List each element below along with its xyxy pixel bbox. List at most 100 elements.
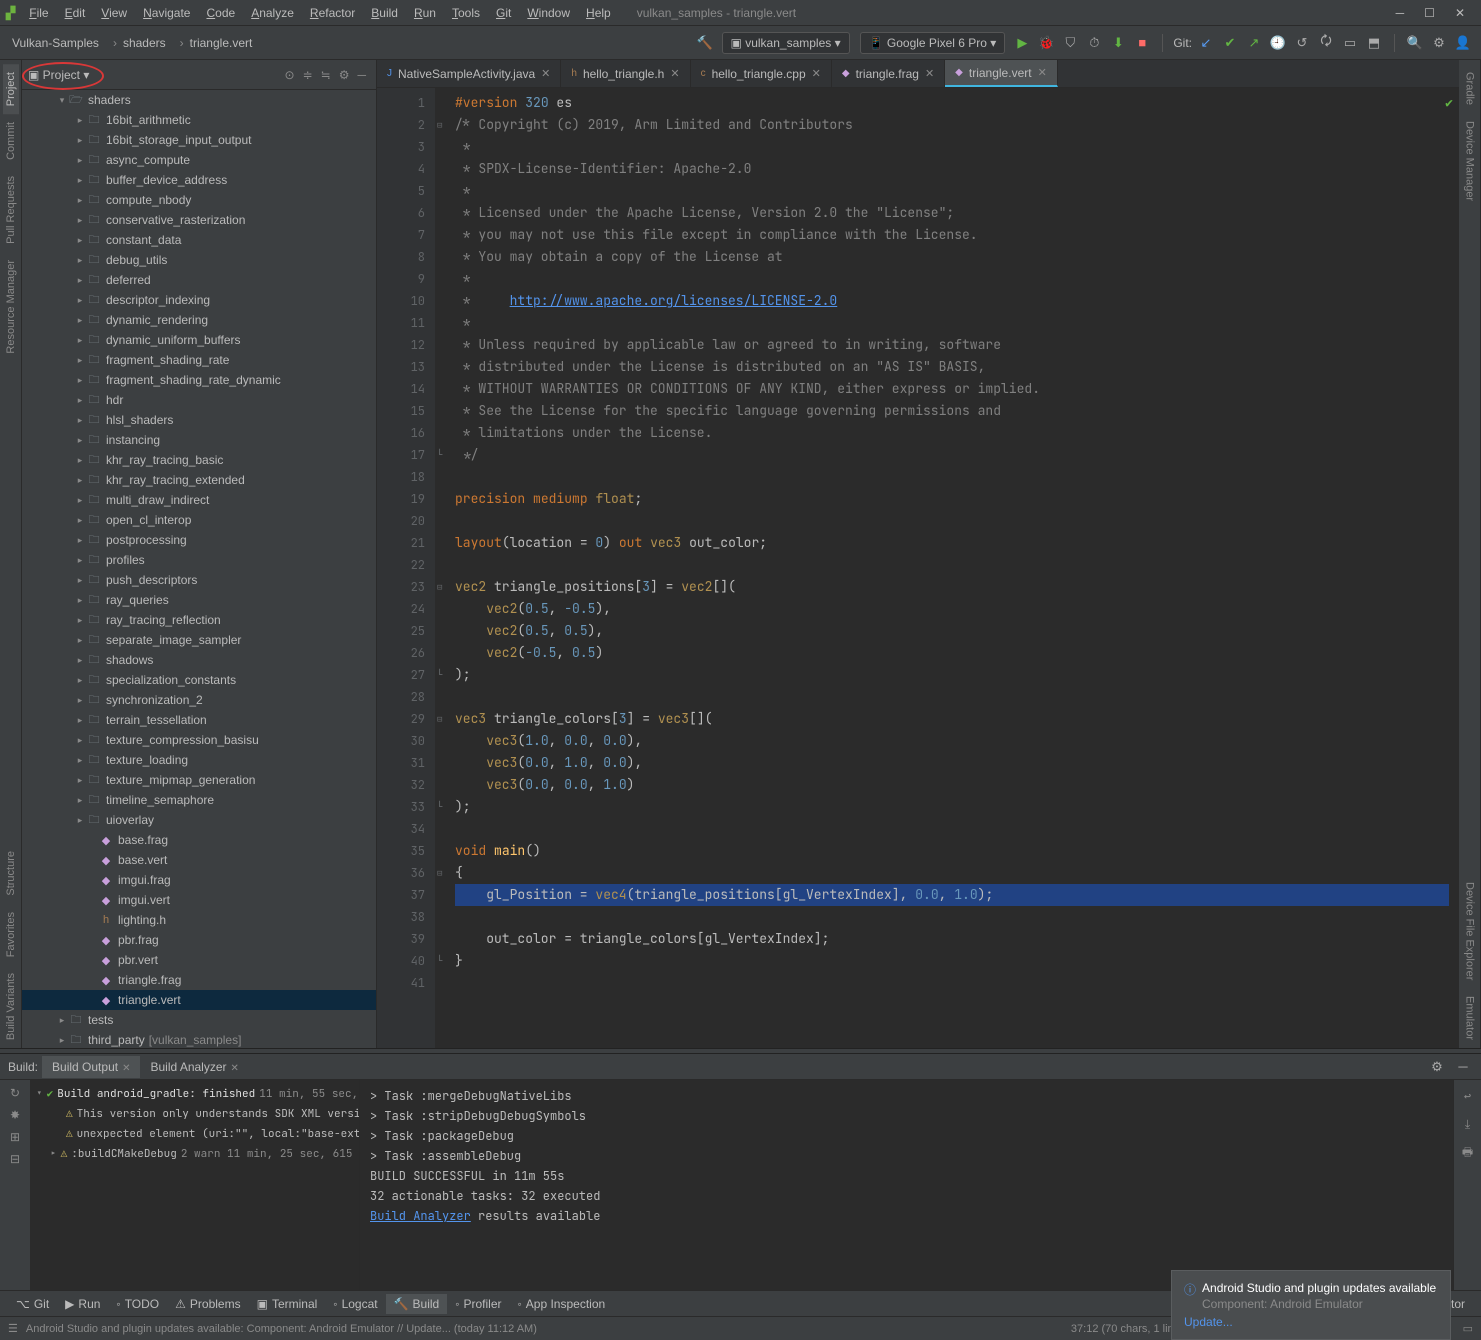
tree-node[interactable]: ▸🗀separate_image_sampler <box>22 630 376 650</box>
tree-node[interactable]: ▸🗀texture_compression_basisu <box>22 730 376 750</box>
tree-node[interactable]: ▸🗀ray_tracing_reflection <box>22 610 376 630</box>
locate-icon[interactable]: ⊙ <box>281 66 299 84</box>
side-tab-device-file-explorer[interactable]: Device File Explorer <box>1462 874 1478 988</box>
avd-icon[interactable]: ▭ <box>1340 33 1360 53</box>
crumb-item[interactable]: ›triangle.vert <box>170 34 257 52</box>
tree-node[interactable]: ▸🗀16bit_storage_input_output <box>22 130 376 150</box>
tab-build-output[interactable]: Build Output✕ <box>42 1056 140 1078</box>
side-tab-commit[interactable]: Commit <box>3 114 19 168</box>
tree-node[interactable]: ▸🗀third_party[vulkan_samples] <box>22 1030 376 1048</box>
settings-icon[interactable]: ⚙ <box>1429 33 1449 53</box>
git-rollback-icon[interactable]: ↺ <box>1292 33 1312 53</box>
tree-node[interactable]: ▸🗀fragment_shading_rate <box>22 350 376 370</box>
search-icon[interactable]: 🔍 <box>1405 33 1425 53</box>
tree-node[interactable]: ▸🗀debug_utils <box>22 250 376 270</box>
side-tab-favorites[interactable]: Favorites <box>3 904 19 965</box>
run-config-dropdown[interactable]: ▣ vulkan_samples ▾ <box>722 32 850 54</box>
tree-node[interactable]: ◆base.frag <box>22 830 376 850</box>
side-tab-emulator[interactable]: Emulator <box>1462 988 1478 1048</box>
project-view-selector[interactable]: ▣ Project ▾ <box>28 68 89 82</box>
git-commit-icon[interactable]: ✔ <box>1220 33 1240 53</box>
tree-node[interactable]: ▸🗀hdr <box>22 390 376 410</box>
tree-node[interactable]: ▸🗀texture_mipmap_generation <box>22 770 376 790</box>
side-tab-device-manager[interactable]: Device Manager <box>1462 113 1478 209</box>
tree-node[interactable]: ▸🗀texture_loading <box>22 750 376 770</box>
editor-tab[interactable]: chello_triangle.cpp✕ <box>691 60 832 87</box>
tree-node[interactable]: ▸🗀dynamic_uniform_buffers <box>22 330 376 350</box>
git-update-icon[interactable]: ↙ <box>1196 33 1216 53</box>
tree-node[interactable]: ▸🗀khr_ray_tracing_basic <box>22 450 376 470</box>
tw-todo[interactable]: ◦TODO <box>108 1294 167 1314</box>
tree-node[interactable]: ▸🗀specialization_constants <box>22 670 376 690</box>
menu-git[interactable]: Git <box>488 2 519 24</box>
tree-node[interactable]: ▸🗀synchronization_2 <box>22 690 376 710</box>
tree-node[interactable]: ▸🗀conservative_rasterization <box>22 210 376 230</box>
build-hide-icon[interactable]: ─ <box>1453 1057 1473 1077</box>
tree-node[interactable]: ◆triangle.vert <box>22 990 376 1010</box>
menu-view[interactable]: View <box>93 2 135 24</box>
run-icon[interactable]: ▶ <box>1012 33 1032 53</box>
hide-icon[interactable]: ─ <box>353 66 370 84</box>
tree-node[interactable]: ▾🗁shaders <box>22 90 376 110</box>
hammer-icon[interactable]: 🔨 <box>695 33 715 53</box>
tree-node[interactable]: ▸🗀constant_data <box>22 230 376 250</box>
tw-run[interactable]: ▶Run <box>57 1294 108 1314</box>
tw-logcat[interactable]: ◦Logcat <box>325 1294 385 1314</box>
tree-node[interactable]: ◆imgui.vert <box>22 890 376 910</box>
tree-node[interactable]: ◆pbr.frag <box>22 930 376 950</box>
tree-node[interactable]: ▸🗀multi_draw_indirect <box>22 490 376 510</box>
menu-edit[interactable]: Edit <box>57 2 94 24</box>
code-content[interactable]: #version 320 es/* Copyright (c) 2019, Ar… <box>435 88 1459 1048</box>
expand-all-icon[interactable]: ≑ <box>299 66 317 84</box>
inspection-ok-icon[interactable]: ✔ <box>1445 94 1453 111</box>
build-messages[interactable]: ▾ ✔ Build android_gradle: finished 11 mi… <box>30 1080 360 1290</box>
build-console[interactable]: > Task :mergeDebugNativeLibs> Task :stri… <box>360 1080 1481 1290</box>
editor-tab[interactable]: hhello_triangle.h✕ <box>561 60 690 87</box>
tree-node[interactable]: ▸🗀ray_queries <box>22 590 376 610</box>
collapse-icon[interactable]: ⊟ <box>10 1152 20 1166</box>
gear-icon[interactable]: ⚙ <box>335 66 354 84</box>
tree-node[interactable]: ▸🗀timeline_semaphore <box>22 790 376 810</box>
tw-profiler[interactable]: ◦Profiler <box>447 1294 509 1314</box>
git-push-icon[interactable]: ↗ <box>1244 33 1264 53</box>
menu-navigate[interactable]: Navigate <box>135 2 198 24</box>
close-button[interactable]: ✕ <box>1445 2 1475 24</box>
expand-icon[interactable]: ⊞ <box>10 1130 20 1144</box>
tree-node[interactable]: ◆triangle.frag <box>22 970 376 990</box>
status-message[interactable]: Android Studio and plugin updates availa… <box>26 1323 537 1335</box>
editor-tab[interactable]: ◆triangle.frag✕ <box>832 60 945 87</box>
filter-icon[interactable]: ✸ <box>10 1108 20 1122</box>
tw-app-inspection[interactable]: ◦App Inspection <box>510 1294 614 1314</box>
tree-node[interactable]: ▸🗀deferred <box>22 270 376 290</box>
tree-node[interactable]: ▸🗀profiles <box>22 550 376 570</box>
tree-node[interactable]: ▸🗀terrain_tessellation <box>22 710 376 730</box>
tree-node[interactable]: ▸🗀hlsl_shaders <box>22 410 376 430</box>
notifications-icon[interactable]: 👤 <box>1453 33 1473 53</box>
menu-analyze[interactable]: Analyze <box>243 2 302 24</box>
tree-node[interactable]: ▸🗀instancing <box>22 430 376 450</box>
update-link[interactable]: Update... <box>1184 1315 1233 1329</box>
tree-node[interactable]: ▸🗀compute_nbody <box>22 190 376 210</box>
profile-icon[interactable]: ⏱ <box>1084 33 1104 53</box>
tw-terminal[interactable]: ▣Terminal <box>249 1294 326 1314</box>
breadcrumb[interactable]: Vulkan-Samples›shaders›triangle.vert <box>8 34 256 52</box>
tree-node[interactable]: ▸🗀open_cl_interop <box>22 510 376 530</box>
sdk-icon[interactable]: ⬒ <box>1364 33 1384 53</box>
editor-tab[interactable]: ◆triangle.vert✕ <box>945 60 1058 87</box>
memory-icon[interactable]: ▭ <box>1463 1322 1473 1335</box>
bug-icon[interactable]: 🐞 <box>1036 33 1056 53</box>
update-notification[interactable]: ⓘ Android Studio and plugin updates avai… <box>1171 1270 1451 1340</box>
tree-node[interactable]: ▸🗀uioverlay <box>22 810 376 830</box>
code-editor[interactable]: 1234567891011121314151617181920212223242… <box>377 88 1459 1048</box>
tree-node[interactable]: ◆pbr.vert <box>22 950 376 970</box>
tree-node[interactable]: ▸🗀push_descriptors <box>22 570 376 590</box>
tree-node[interactable]: ▸🗀shadows <box>22 650 376 670</box>
scroll-end-icon[interactable]: ⤓ <box>1465 1114 1470 1134</box>
tw-problems[interactable]: ⚠Problems <box>167 1294 248 1314</box>
tab-build-analyzer[interactable]: Build Analyzer✕ <box>140 1056 248 1078</box>
tree-node[interactable]: ▸🗀async_compute <box>22 150 376 170</box>
maximize-button[interactable]: ☐ <box>1414 2 1445 24</box>
menu-window[interactable]: Window <box>519 2 578 24</box>
side-tab-structure[interactable]: Structure <box>3 843 19 904</box>
menu-build[interactable]: Build <box>363 2 406 24</box>
